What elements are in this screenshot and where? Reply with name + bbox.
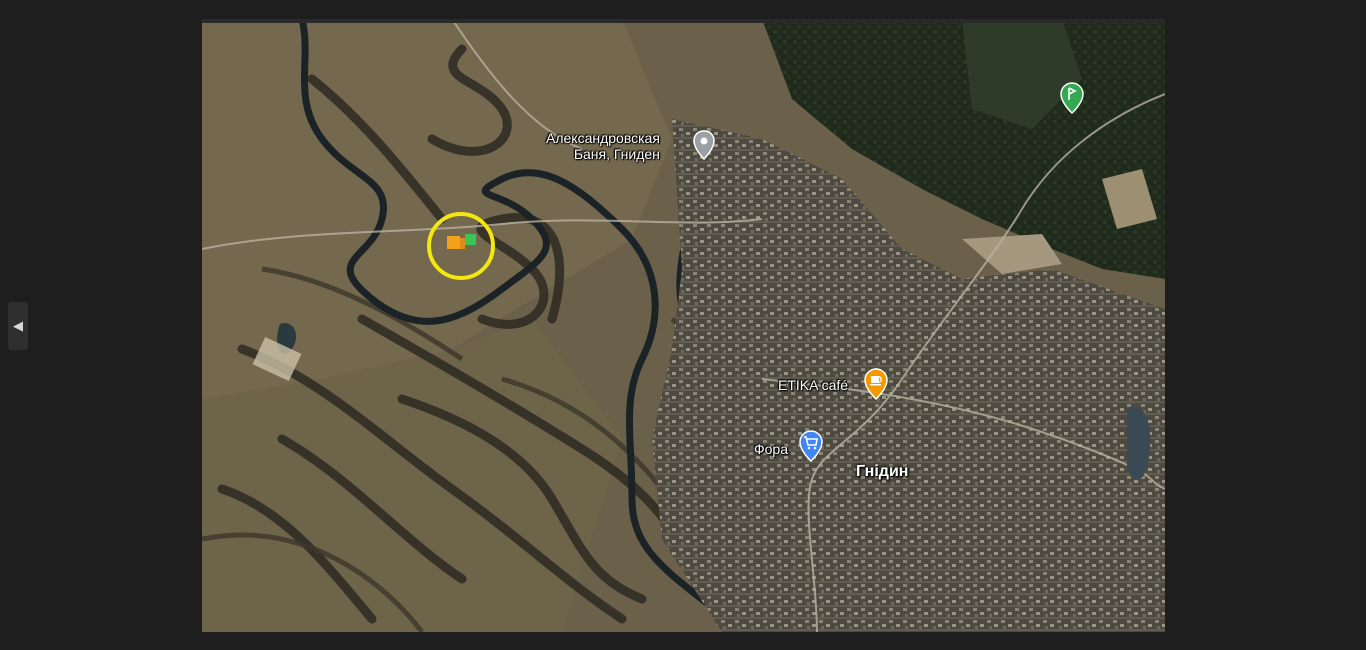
poi-label-banya-line2: Баня, Гниден xyxy=(573,146,660,162)
poi-label-fora[interactable]: Фора xyxy=(754,441,788,457)
poi-label-banya[interactable]: Александровская Баня, Гниден xyxy=(546,130,660,162)
previous-image-button[interactable]: ◀ xyxy=(8,302,28,350)
coffee-icon[interactable] xyxy=(864,368,888,400)
town-label: Гнідин xyxy=(856,463,909,480)
poi-label-banya-line1: Александровская xyxy=(546,130,660,146)
golf-icon[interactable] xyxy=(1060,82,1084,114)
map-pin-icon[interactable] xyxy=(693,130,715,160)
shopping-cart-icon[interactable] xyxy=(799,430,823,462)
poi-label-etika[interactable]: ETIKA café xyxy=(778,377,848,393)
plot-marker-orange xyxy=(447,236,460,249)
plot-marker-green xyxy=(465,234,476,245)
chevron-left-icon: ◀ xyxy=(13,318,23,333)
satellite-map-image[interactable] xyxy=(202,19,1165,632)
image-viewer: Александровская Баня, Гниден ETIKA café … xyxy=(202,19,1165,632)
